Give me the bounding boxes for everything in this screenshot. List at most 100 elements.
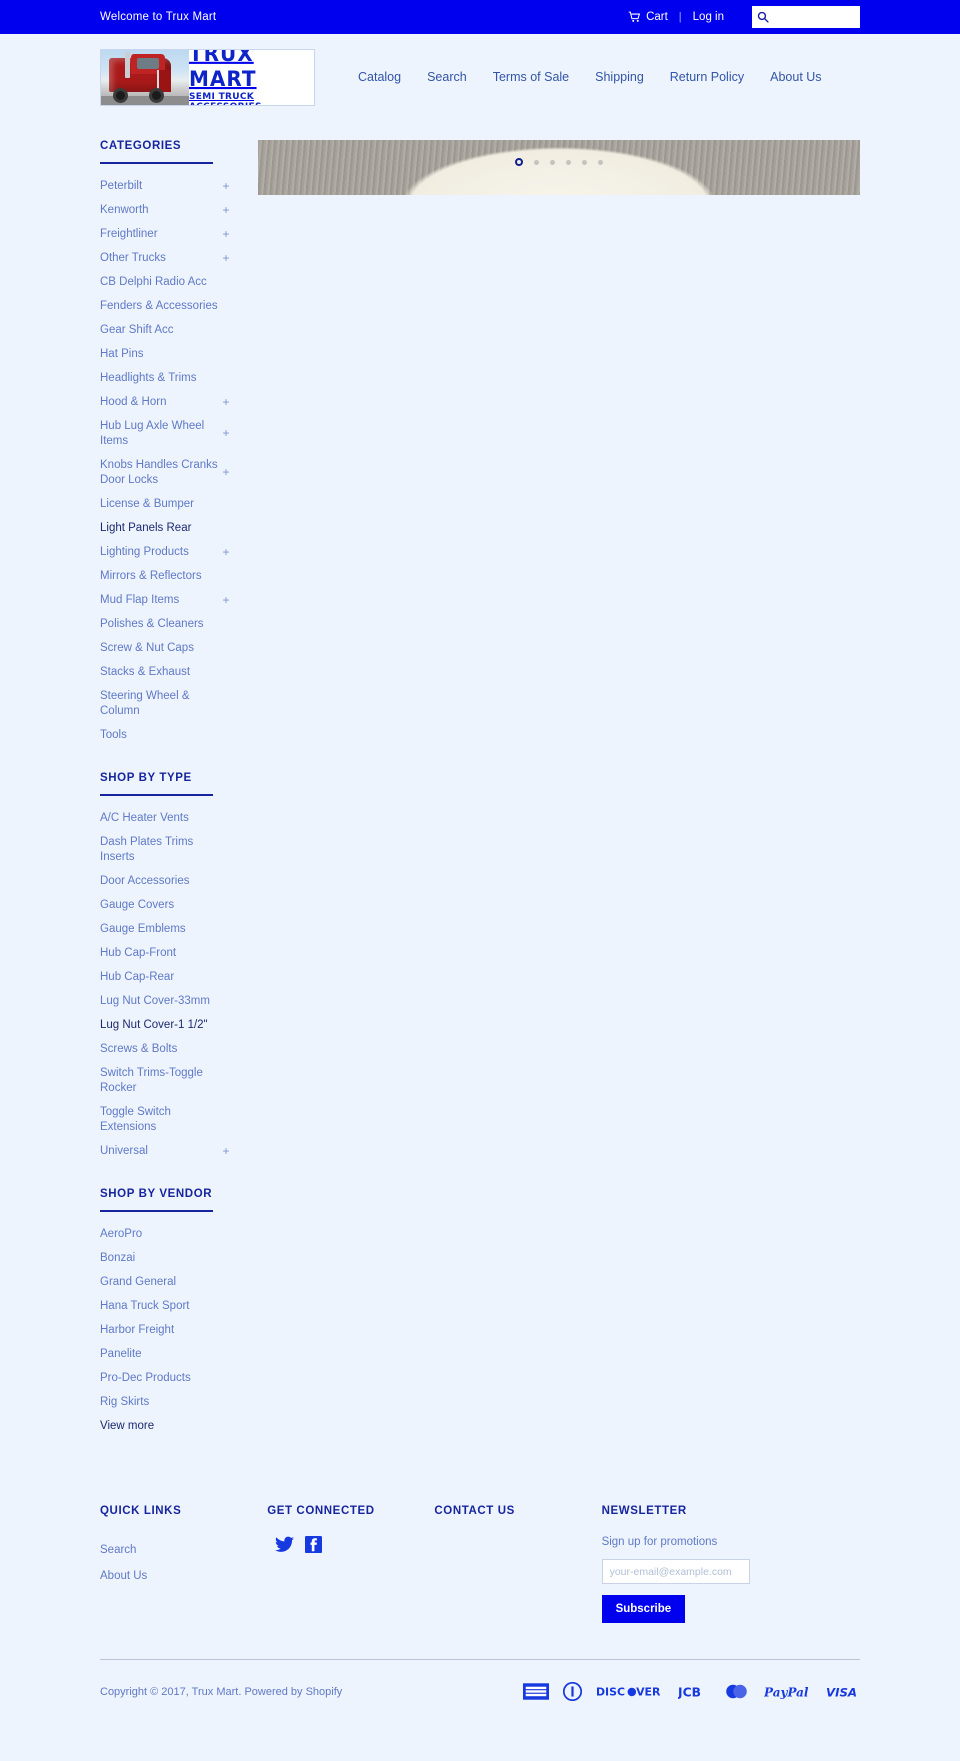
carousel-dot-4[interactable] xyxy=(566,159,571,165)
footer-link-about-us[interactable]: About Us xyxy=(100,1570,147,1582)
nav-item-terms-of-sale[interactable]: Terms of Sale xyxy=(480,64,582,90)
expand-plus-icon[interactable]: + xyxy=(222,1144,230,1159)
sidebar-item-tools[interactable]: Tools xyxy=(100,728,218,743)
carousel-dot-1[interactable] xyxy=(515,158,523,166)
nav-item-return-policy[interactable]: Return Policy xyxy=(657,64,757,90)
sidebar-item-kenworth[interactable]: Kenworth xyxy=(100,203,218,218)
sidebar-item-a-c-heater-vents[interactable]: A/C Heater Vents xyxy=(100,811,218,826)
sidebar-item-switch-trims-toggle-rocker[interactable]: Switch Trims-Toggle Rocker xyxy=(100,1066,218,1096)
hero-slide-image xyxy=(258,140,860,195)
sidebar-item-pro-dec-products[interactable]: Pro-Dec Products xyxy=(100,1371,218,1386)
carousel-dot-6[interactable] xyxy=(598,159,603,165)
facebook-icon[interactable] xyxy=(305,1536,323,1553)
cart-label: Cart xyxy=(646,11,668,23)
list-item: Hana Truck Sport xyxy=(100,1294,230,1318)
sidebar-item-harbor-freight[interactable]: Harbor Freight xyxy=(100,1323,218,1338)
svg-text:PayPal: PayPal xyxy=(764,1685,809,1699)
sidebar-item-peterbilt[interactable]: Peterbilt xyxy=(100,179,218,194)
hero-slideshow[interactable] xyxy=(258,140,860,195)
sidebar-item-light-panels-rear[interactable]: Light Panels Rear xyxy=(100,521,218,536)
list-item: Hub Lug Axle Wheel Items + xyxy=(100,414,230,453)
nav-item-catalog[interactable]: Catalog xyxy=(345,64,414,90)
sidebar-item-headlights-trims[interactable]: Headlights & Trims xyxy=(100,371,218,386)
sidebar-item-hana-truck-sport[interactable]: Hana Truck Sport xyxy=(100,1299,218,1314)
sidebar-item-stacks-exhaust[interactable]: Stacks & Exhaust xyxy=(100,665,218,680)
nav-item-shipping[interactable]: Shipping xyxy=(582,64,657,90)
list-item: Steering Wheel & Column xyxy=(100,684,230,723)
list-item: Universal + xyxy=(100,1139,230,1163)
list-item: Hood & Horn + xyxy=(100,390,230,414)
cart-link[interactable]: Cart xyxy=(628,11,668,23)
nav-item-about-us[interactable]: About Us xyxy=(757,64,834,90)
sidebar-item-bonzai[interactable]: Bonzai xyxy=(100,1251,218,1266)
sidebar-item-freightliner[interactable]: Freightliner xyxy=(100,227,218,242)
sidebar-item-hood-horn[interactable]: Hood & Horn xyxy=(100,395,218,410)
sidebar-item-dash-plates-trims-inserts[interactable]: Dash Plates Trims Inserts xyxy=(100,835,218,865)
sidebar-item-hat-pins[interactable]: Hat Pins xyxy=(100,347,218,362)
sidebar-item-mud-flap-items[interactable]: Mud Flap Items xyxy=(100,593,218,608)
sidebar-item-polishes-cleaners[interactable]: Polishes & Cleaners xyxy=(100,617,218,632)
carousel-dot-2[interactable] xyxy=(534,159,539,165)
sidebar-item-hub-cap-rear[interactable]: Hub Cap-Rear xyxy=(100,970,218,985)
expand-plus-icon[interactable]: + xyxy=(222,545,230,560)
subscribe-button[interactable]: Subscribe xyxy=(601,1595,686,1623)
expand-plus-icon[interactable]: + xyxy=(222,426,230,441)
sidebar-item-lug-nut-cover-1-1-2[interactable]: Lug Nut Cover-1 1/2" xyxy=(100,1018,218,1033)
sidebar-item-aeropro[interactable]: AeroPro xyxy=(100,1227,218,1242)
sidebar-item-lug-nut-cover-33mm[interactable]: Lug Nut Cover-33mm xyxy=(100,994,218,1009)
svg-text:DISC: DISC xyxy=(596,1685,625,1698)
sidebar-item-view-more[interactable]: View more xyxy=(100,1419,218,1434)
sidebar-item-other-trucks[interactable]: Other Trucks xyxy=(100,251,218,266)
expand-plus-icon[interactable]: + xyxy=(222,395,230,410)
list-item: Hub Cap-Rear xyxy=(100,965,230,989)
footer-column-contact-us: CONTACT US xyxy=(434,1505,601,1536)
expand-plus-icon[interactable]: + xyxy=(222,179,230,194)
sidebar-item-hub-cap-front[interactable]: Hub Cap-Front xyxy=(100,946,218,961)
sidebar-item-lighting-products[interactable]: Lighting Products xyxy=(100,545,218,560)
list-item: A/C Heater Vents xyxy=(100,806,230,830)
expand-plus-icon[interactable]: + xyxy=(222,203,230,218)
sidebar-item-panelite[interactable]: Panelite xyxy=(100,1347,218,1362)
expand-plus-icon[interactable]: + xyxy=(222,227,230,242)
expand-plus-icon[interactable]: + xyxy=(222,251,230,266)
sidebar-item-gauge-covers[interactable]: Gauge Covers xyxy=(100,898,218,913)
sidebar-item-mirrors-reflectors[interactable]: Mirrors & Reflectors xyxy=(100,569,218,584)
list-item: Knobs Handles Cranks Door Locks + xyxy=(100,453,230,492)
sidebar-item-toggle-switch-extensions[interactable]: Toggle Switch Extensions xyxy=(100,1105,218,1135)
footer-link-search[interactable]: Search xyxy=(100,1544,136,1556)
expand-plus-icon[interactable]: + xyxy=(222,593,230,608)
list-item: Hat Pins xyxy=(100,342,230,366)
sidebar-item-license-bumper[interactable]: License & Bumper xyxy=(100,497,218,512)
list-item: Door Accessories xyxy=(100,869,230,893)
search-box[interactable] xyxy=(752,6,860,28)
logo-subtitle: SEMI TRUCK ACCESSORIES xyxy=(189,92,261,105)
sidebar-item-hub-lug-axle-wheel-items[interactable]: Hub Lug Axle Wheel Items xyxy=(100,419,218,449)
sidebar-item-gauge-emblems[interactable]: Gauge Emblems xyxy=(100,922,218,937)
sidebar-item-steering-wheel-column[interactable]: Steering Wheel & Column xyxy=(100,689,218,719)
american-express-icon xyxy=(523,1683,549,1700)
sidebar-item-grand-general[interactable]: Grand General xyxy=(100,1275,218,1290)
search-input[interactable] xyxy=(769,8,855,26)
twitter-icon[interactable] xyxy=(275,1536,295,1553)
sidebar-item-screws-bolts[interactable]: Screws & Bolts xyxy=(100,1042,218,1057)
site-logo[interactable]: TRUX MART SEMI TRUCK ACCESSORIES xyxy=(100,48,315,106)
sidebar-item-cb-delphi-radio-acc[interactable]: CB Delphi Radio Acc xyxy=(100,275,218,290)
sidebar-item-knobs-handles-cranks-door-locks[interactable]: Knobs Handles Cranks Door Locks xyxy=(100,458,218,488)
sidebar-item-gear-shift-acc[interactable]: Gear Shift Acc xyxy=(100,323,218,338)
login-link[interactable]: Log in xyxy=(693,11,724,23)
expand-plus-icon[interactable]: + xyxy=(222,465,230,480)
carousel-dot-5[interactable] xyxy=(582,159,587,165)
carousel-dot-3[interactable] xyxy=(550,159,555,165)
copyright-text: Copyright © 2017, Trux Mart. Powered by … xyxy=(100,1685,343,1698)
list-item: Hub Cap-Front xyxy=(100,941,230,965)
sidebar-item-door-accessories[interactable]: Door Accessories xyxy=(100,874,218,889)
discover-icon: DISC VER xyxy=(596,1684,664,1700)
sidebar-item-rig-skirts[interactable]: Rig Skirts xyxy=(100,1395,218,1410)
sidebar-item-screw-nut-caps[interactable]: Screw & Nut Caps xyxy=(100,641,218,656)
svg-text:VER: VER xyxy=(636,1685,661,1698)
sidebar-item-fenders-accessories[interactable]: Fenders & Accessories xyxy=(100,299,218,314)
newsletter-email-input[interactable] xyxy=(601,1559,750,1584)
nav-item-search[interactable]: Search xyxy=(414,64,480,90)
sidebar-item-universal[interactable]: Universal xyxy=(100,1144,218,1159)
svg-text:JCB: JCB xyxy=(678,1685,701,1699)
